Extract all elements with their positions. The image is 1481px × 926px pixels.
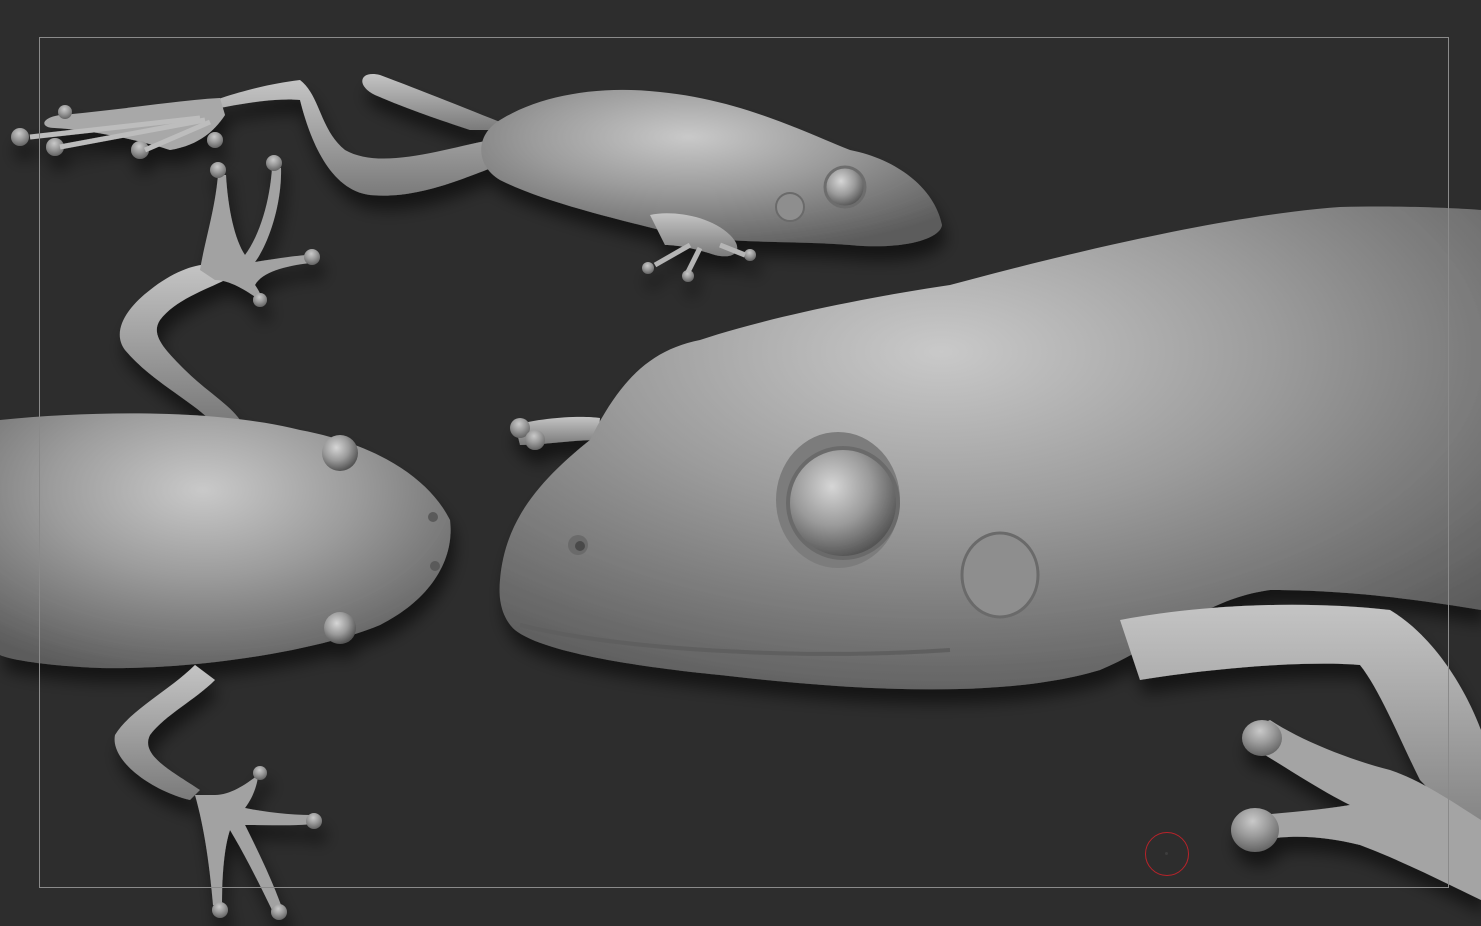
- frog-side-view[interactable]: [11, 74, 942, 282]
- frog-closeup-tympanum: [960, 531, 1040, 619]
- frog-closeup-eye: [786, 446, 900, 560]
- frog-top-lower-hand: [195, 775, 312, 910]
- frog-side-eye: [823, 165, 867, 209]
- frog-closeup-view[interactable]: [499, 206, 1481, 900]
- brush-cursor: [1145, 832, 1189, 876]
- sculpt-scene: [0, 74, 1481, 920]
- canvas-viewport[interactable]: [0, 0, 1481, 926]
- frog-top-lower-arm: [114, 665, 215, 800]
- frog-top-upper-arm: [119, 264, 240, 420]
- frog-top-eye: [322, 435, 358, 471]
- brush-cursor-center: [1165, 852, 1168, 855]
- frog-top-view[interactable]: [0, 155, 451, 920]
- frog-top-body: [0, 413, 451, 669]
- frog-side-hind-leg: [362, 74, 520, 130]
